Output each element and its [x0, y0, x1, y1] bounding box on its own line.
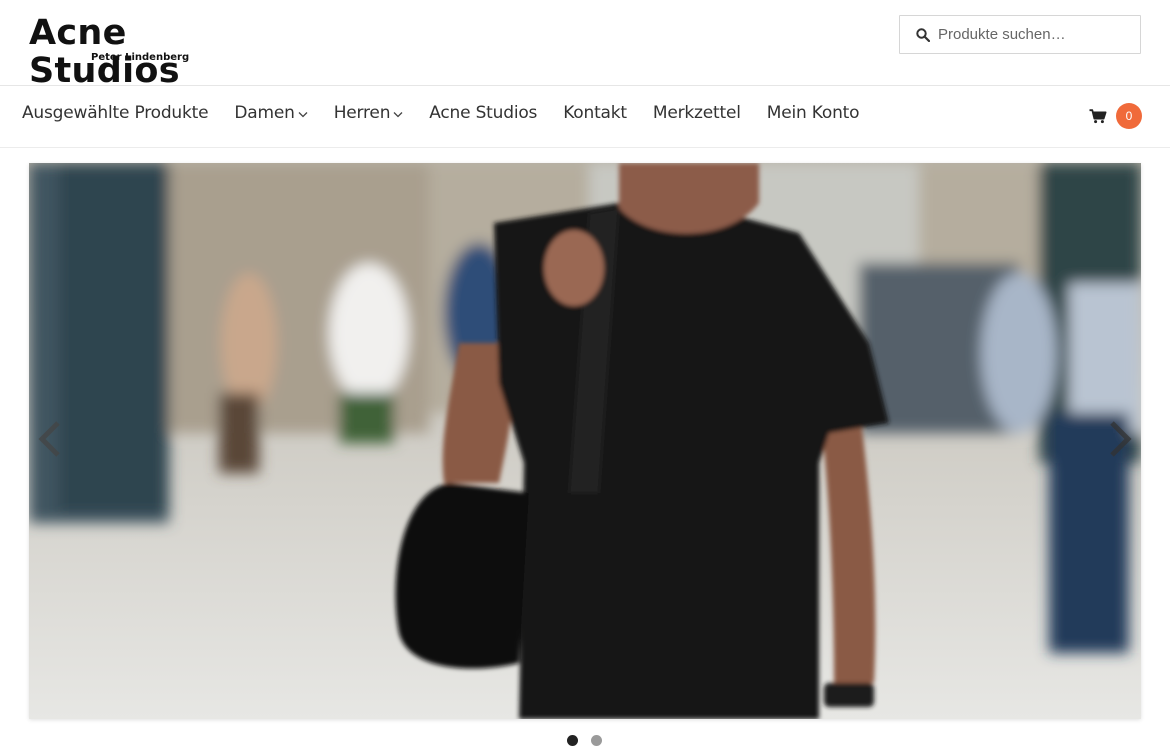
- search-box[interactable]: [899, 15, 1141, 54]
- nav-item-label: Herren: [333, 103, 391, 123]
- nav-item[interactable]: Damen: [234, 103, 308, 123]
- slider-dot[interactable]: [567, 735, 578, 746]
- nav-item[interactable]: Herren: [334, 103, 404, 123]
- cart-button[interactable]: 0: [1089, 103, 1142, 129]
- slider-next-arrow[interactable]: [1108, 420, 1132, 458]
- cart-count-badge: 0: [1116, 103, 1142, 129]
- site-logo[interactable]: Acne Studios Peter Lindenberg: [29, 14, 269, 90]
- main-navigation: Ausgewählte Produkte Damen Herren Acne Stud…: [0, 86, 1170, 148]
- search-icon: [916, 27, 930, 42]
- nav-item-label: Mein Konto: [766, 103, 860, 123]
- nav-item-label: Ausgewählte Produkte: [22, 103, 209, 123]
- nav-item[interactable]: Acne Studios: [429, 103, 537, 123]
- chevron-down-icon: [393, 111, 403, 117]
- slider-dot[interactable]: [591, 735, 602, 746]
- nav-item[interactable]: Ausgewählte Produkte: [22, 103, 209, 123]
- chevron-down-icon: [298, 111, 308, 117]
- nav-item[interactable]: Merkzettel: [653, 103, 741, 123]
- site-header: Acne Studios Peter Lindenberg: [0, 0, 1170, 90]
- nav-item-label: Kontakt: [563, 103, 627, 123]
- search-input[interactable]: [938, 26, 1128, 43]
- hero-photo: [29, 163, 1141, 719]
- nav-item-label: Merkzettel: [652, 103, 741, 123]
- logo-subtitle: Peter Lindenberg: [91, 52, 190, 63]
- slider-prev-arrow[interactable]: [38, 420, 62, 458]
- nav-item[interactable]: Kontakt: [563, 103, 627, 123]
- nav-item[interactable]: Mein Konto: [767, 103, 860, 123]
- nav-item-label: Damen: [234, 103, 295, 123]
- hero-slider[interactable]: [29, 163, 1141, 719]
- shopping-cart-icon: [1089, 108, 1107, 123]
- slider-pagination: [567, 735, 615, 746]
- nav-item-label: Acne Studios: [429, 103, 538, 123]
- nav-menu: Ausgewählte Produkte Damen Herren Acne Stud…: [22, 103, 885, 123]
